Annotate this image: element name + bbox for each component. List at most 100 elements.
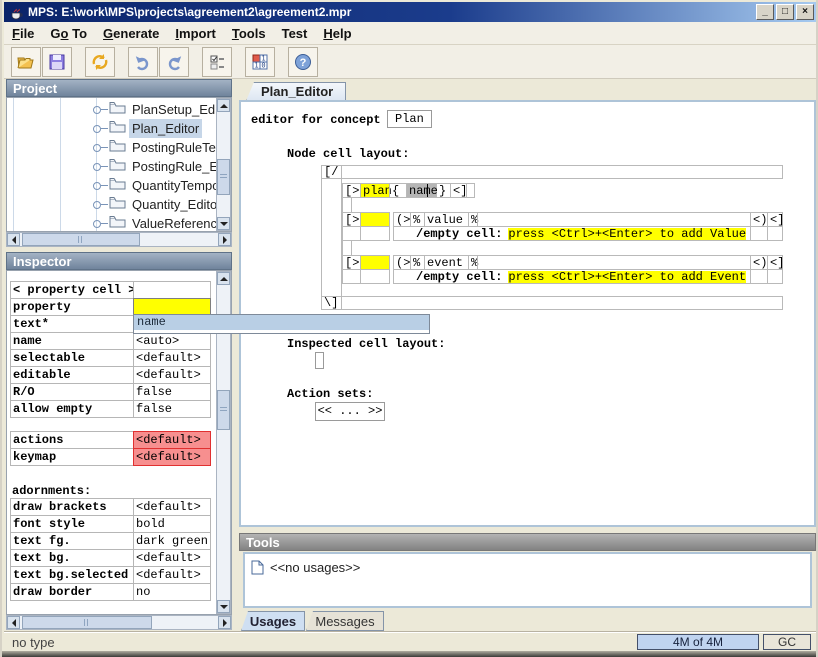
- completion-item[interactable]: name: [134, 315, 429, 330]
- tree-item[interactable]: PostingRuleTemp: [7, 138, 231, 157]
- menu-import[interactable]: Import: [167, 26, 223, 41]
- project-tree-hscrollbar[interactable]: [6, 232, 232, 247]
- collection-close-cell[interactable]: <]: [767, 212, 783, 227]
- empty-cell[interactable]: [342, 226, 361, 241]
- inspector-row[interactable]: font stylebold: [10, 515, 211, 533]
- menu-test[interactable]: Test: [274, 26, 316, 41]
- node-cell-layout-table[interactable]: [/ [> plan { name } <] [>: [321, 165, 783, 310]
- options-button[interactable]: [202, 47, 232, 77]
- tree-item[interactable]: PostingRule_Edit: [7, 157, 231, 176]
- scroll-down-button[interactable]: [217, 217, 230, 230]
- help-button[interactable]: ?: [288, 47, 318, 77]
- empty-yellow-cell[interactable]: [360, 255, 390, 270]
- empty-cell[interactable]: [466, 183, 475, 198]
- inspector-row[interactable]: actions<default>: [10, 431, 211, 449]
- empty-cell-hint[interactable]: /empty cell:press <Ctrl>+<Enter> to add …: [393, 226, 751, 241]
- empty-cell[interactable]: [360, 226, 390, 241]
- concept-name-cell[interactable]: Plan: [387, 110, 432, 128]
- tab-plan-editor[interactable]: Plan_Editor: [246, 82, 346, 101]
- scroll-thumb[interactable]: [217, 390, 230, 430]
- scroll-right-button[interactable]: [218, 616, 231, 629]
- tools-panel-header[interactable]: Tools: [239, 533, 816, 551]
- inspector-row[interactable]: draw brackets<default>: [10, 498, 211, 516]
- project-panel-header[interactable]: Project: [6, 79, 232, 97]
- inspected-empty-cell[interactable]: [315, 352, 324, 369]
- gc-button[interactable]: GC: [763, 634, 811, 650]
- inspector-row[interactable]: text bg.selected<default>: [10, 566, 211, 584]
- root-open-cell[interactable]: [/: [321, 165, 342, 179]
- open-button[interactable]: [11, 47, 41, 77]
- name-property-cell[interactable]: name: [406, 183, 437, 198]
- child-collection-close-cell[interactable]: <): [750, 212, 768, 227]
- usages-view[interactable]: <<no usages>>: [243, 552, 812, 608]
- plan-keyword-cell[interactable]: plan: [360, 183, 390, 198]
- scroll-thumb[interactable]: [22, 233, 140, 246]
- child-collection-close-cell[interactable]: <): [750, 255, 768, 270]
- action-sets-cell[interactable]: << ... >>: [315, 402, 385, 421]
- empty-cell[interactable]: [750, 269, 768, 284]
- empty-cell[interactable]: [341, 165, 783, 179]
- generate-button[interactable]: 110: [245, 47, 275, 77]
- inspector-panel-header[interactable]: Inspector: [6, 252, 232, 270]
- close-button[interactable]: ×: [796, 4, 814, 20]
- empty-cell-hint[interactable]: /empty cell:press <Ctrl>+<Enter> to add …: [393, 269, 751, 284]
- inspector-row[interactable]: keymap<default>: [10, 448, 211, 466]
- menu-goto[interactable]: Go To: [42, 26, 95, 41]
- tree-connector-icon[interactable]: [93, 201, 101, 209]
- inspector-row[interactable]: name<auto>: [10, 332, 211, 350]
- inspector-row[interactable]: draw borderno: [10, 583, 211, 601]
- empty-cell[interactable]: [342, 269, 361, 284]
- tab-messages[interactable]: Messages: [306, 611, 384, 631]
- percent-cell[interactable]: %: [410, 255, 425, 270]
- percent-cell[interactable]: %: [410, 212, 425, 227]
- collection-close-cell[interactable]: <]: [450, 183, 467, 198]
- inspector-row[interactable]: allow emptyfalse: [10, 400, 211, 418]
- scroll-down-button[interactable]: [217, 600, 230, 613]
- child-collection-open-cell[interactable]: (>: [393, 255, 411, 270]
- title-bar[interactable]: MPS: E:\work\MPS\projects\agreement2\agr…: [4, 2, 816, 22]
- menu-tools[interactable]: Tools: [224, 26, 274, 41]
- value-link-cell[interactable]: value: [424, 212, 469, 227]
- collection-close-cell[interactable]: <]: [767, 255, 783, 270]
- tree-item[interactable]: PlanSetup_Edito: [7, 100, 231, 119]
- keymap-value-cell[interactable]: <default>: [133, 448, 211, 466]
- completion-popup[interactable]: name: [133, 314, 430, 334]
- brace-open-cell[interactable]: {: [389, 183, 407, 198]
- inspector-hscrollbar[interactable]: [6, 615, 232, 630]
- empty-cell[interactable]: [342, 197, 352, 213]
- empty-yellow-cell[interactable]: [360, 212, 390, 227]
- maximize-button[interactable]: □: [776, 4, 794, 20]
- tree-item[interactable]: QuantityTempor: [7, 176, 231, 195]
- actions-value-cell[interactable]: <default>: [133, 431, 211, 449]
- tree-connector-icon[interactable]: [93, 163, 101, 171]
- empty-cell[interactable]: [360, 269, 390, 284]
- empty-cell[interactable]: [767, 269, 783, 284]
- root-close-cell[interactable]: \]: [321, 296, 342, 310]
- child-collection-open-cell[interactable]: (>: [393, 212, 411, 227]
- inspector-row[interactable]: text bg.<default>: [10, 549, 211, 567]
- empty-cell[interactable]: [342, 240, 352, 256]
- inspector-row[interactable]: < property cell >: [10, 281, 211, 299]
- tree-item[interactable]: ValueReference_: [7, 214, 231, 232]
- scroll-thumb[interactable]: [217, 159, 230, 195]
- brace-close-cell[interactable]: }: [436, 183, 451, 198]
- scroll-up-button[interactable]: [217, 272, 230, 285]
- menu-file[interactable]: File: [4, 26, 42, 41]
- tree-connector-icon[interactable]: [93, 106, 101, 114]
- empty-cell[interactable]: [477, 212, 751, 227]
- scroll-left-button[interactable]: [7, 616, 20, 629]
- collection-open-cell[interactable]: [>: [342, 212, 361, 227]
- undo-button[interactable]: [128, 47, 158, 77]
- save-button[interactable]: [42, 47, 72, 77]
- scroll-up-button[interactable]: [217, 99, 230, 112]
- inspector-row[interactable]: R/Ofalse: [10, 383, 211, 401]
- empty-cell[interactable]: [767, 226, 783, 241]
- empty-cell[interactable]: [750, 226, 768, 241]
- tree-connector-icon[interactable]: [93, 220, 101, 228]
- menu-generate[interactable]: Generate: [95, 26, 167, 41]
- scroll-thumb[interactable]: [22, 616, 152, 629]
- project-tree-vscrollbar[interactable]: [216, 98, 231, 231]
- memory-indicator[interactable]: 4M of 4M: [637, 634, 759, 650]
- scroll-left-button[interactable]: [7, 233, 20, 246]
- inspector-row[interactable]: selectable<default>: [10, 349, 211, 367]
